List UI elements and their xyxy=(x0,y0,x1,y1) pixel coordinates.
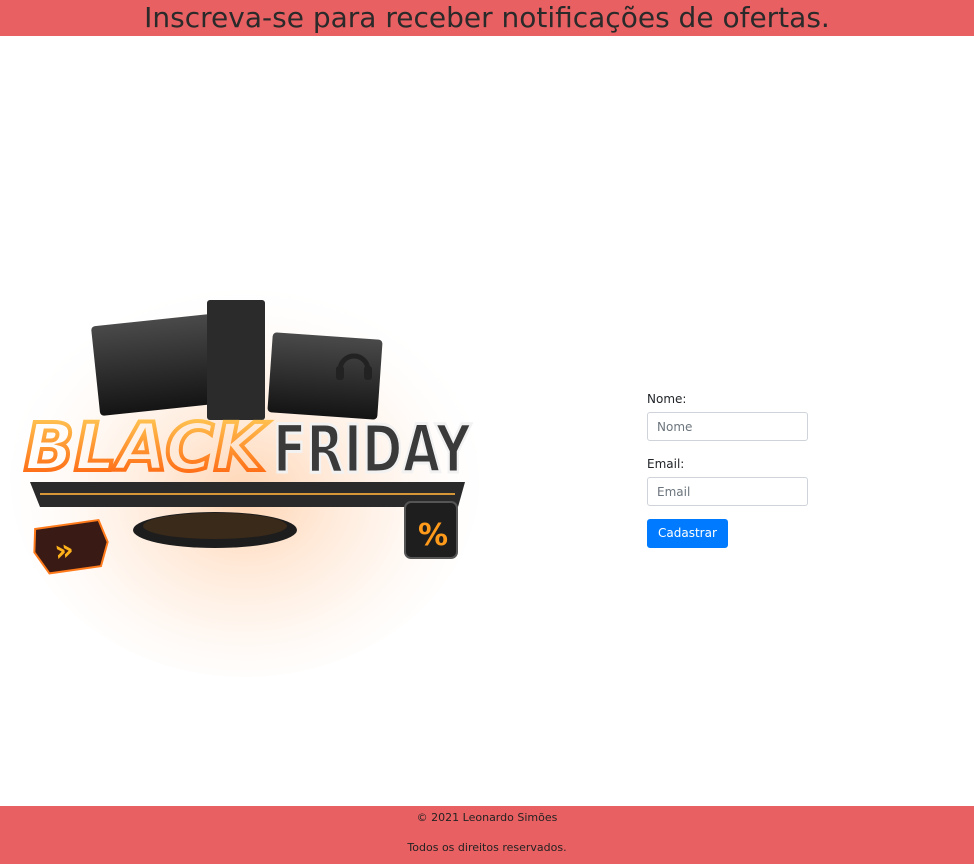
neon-friday-text: FRIDAY xyxy=(273,411,472,488)
black-friday-hero-image: BLACK FRIDAY » % xyxy=(10,262,500,682)
name-input[interactable] xyxy=(647,412,808,441)
copyright-text: © 2021 Leonardo Simões xyxy=(416,811,558,824)
page-title: Inscreva-se para receber notificações de… xyxy=(144,1,830,34)
black-friday-illustration: BLACK FRIDAY » % xyxy=(10,277,480,677)
rights-text: Todos os direitos reservados. xyxy=(407,841,567,854)
email-input[interactable] xyxy=(647,477,808,506)
percent-badge-icon: % xyxy=(418,518,448,553)
signup-form: Nome: Email: Cadastrar xyxy=(647,392,847,548)
page-footer: © 2021 Leonardo Simões Todos os direitos… xyxy=(0,806,974,864)
submit-button[interactable]: Cadastrar xyxy=(647,518,728,548)
email-label: Email: xyxy=(647,457,685,471)
neon-black-text: BLACK xyxy=(24,409,270,486)
name-label: Nome: xyxy=(647,392,687,406)
page-header: Inscreva-se para receber notificações de… xyxy=(0,0,974,36)
